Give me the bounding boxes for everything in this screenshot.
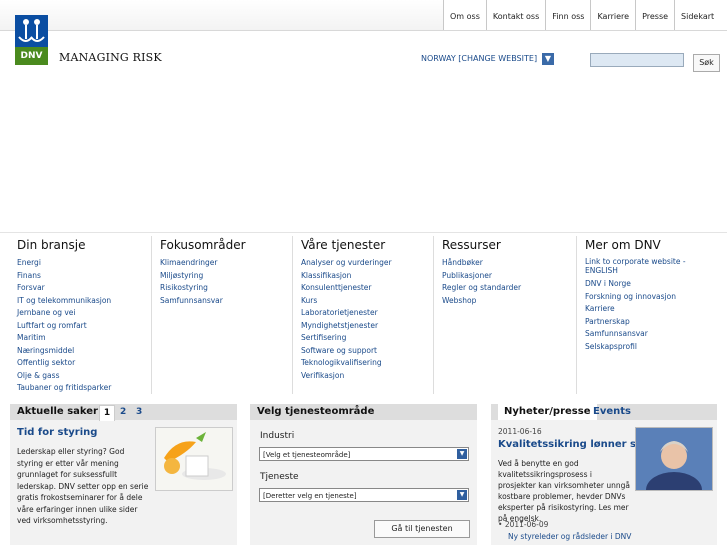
menu-heading: Din bransje — [17, 238, 86, 252]
menu-column-tjenester: Våre tjenester Analyser og vurderinger K… — [292, 236, 433, 394]
top-navigation: Om oss Kontakt oss Finn oss Karriere Pre… — [443, 0, 720, 30]
chevron-down-icon[interactable]: ▼ — [542, 53, 554, 65]
menu-link[interactable]: Sertifisering — [301, 332, 433, 345]
change-website-link[interactable]: NORWAY [CHANGE WEBSITE] — [421, 54, 537, 63]
industri-select-value: [Velg et tjenesteområde] — [263, 451, 351, 459]
menu-link[interactable]: Samfunnsansvar — [585, 328, 716, 341]
article-headline[interactable]: Tid for styring — [17, 427, 97, 438]
page-tab-3[interactable]: 3 — [136, 407, 142, 417]
news-body: Ved å benytte en god kvalitetssikringspr… — [498, 459, 630, 523]
menu-heading: Ressurser — [442, 238, 501, 252]
topnav-finn-oss[interactable]: Finn oss — [545, 0, 590, 30]
menu-link[interactable]: Myndighetstjenester — [301, 320, 433, 333]
panel-title: Velg tjenesteområde — [257, 406, 375, 417]
menu-column-ressurser: Ressurser Håndbøker Publikasjoner Regler… — [433, 236, 576, 394]
menu-link[interactable]: Maritim — [17, 332, 151, 345]
menu-link[interactable]: Jernbane og vei — [17, 307, 151, 320]
bullet-icon: • — [498, 520, 505, 529]
aktuelle-saker-panel: Aktuelle saker 1 2 3 Tid for styring Led… — [10, 404, 237, 545]
menu-link[interactable]: Næringsmiddel — [17, 345, 151, 358]
menu-link[interactable]: Finans — [17, 270, 151, 283]
menu-link[interactable]: Miljøstyring — [160, 270, 292, 283]
menu-link[interactable]: Taubaner og fritidsparker — [17, 382, 151, 395]
menu-link[interactable]: Klimaendringer — [160, 257, 292, 270]
menu-link[interactable]: Samfunnsansvar — [160, 295, 292, 308]
menu-link[interactable]: DNV i Norge — [585, 278, 716, 291]
panel-title: Aktuelle saker — [17, 406, 98, 417]
page-tab-1[interactable]: 1 — [99, 405, 115, 421]
news-date-2: • 2011-06-09 — [498, 520, 548, 529]
menu-link[interactable]: Partnerskap — [585, 316, 716, 329]
menu-list: Energi Finans Forsvar IT og telekommunik… — [17, 257, 151, 395]
menu-link[interactable]: Karriere — [585, 303, 716, 316]
orange-juice-icon — [156, 428, 232, 490]
go-to-service-button[interactable]: Gå til tjenesten — [374, 520, 470, 538]
menu-link[interactable]: Software og support — [301, 345, 433, 358]
industri-select[interactable]: [Velg et tjenesteområde] ▼ — [259, 447, 469, 461]
topnav-sidekart[interactable]: Sidekart — [674, 0, 720, 30]
menu-divider — [0, 232, 727, 233]
search-button[interactable]: Søk — [693, 54, 720, 72]
top-bar-background — [0, 0, 443, 30]
logo-tagline: MANAGING RISK — [59, 51, 162, 64]
page-tab-2[interactable]: 2 — [120, 407, 126, 417]
menu-link[interactable]: Energi — [17, 257, 151, 270]
news-headline[interactable]: Kvalitetssikring lønner seg — [498, 439, 650, 450]
news-date: 2011-06-16 — [498, 427, 542, 436]
industri-label: Industri — [260, 431, 295, 441]
nyheter-panel: Nyheter/presse Events 2011-06-16 Kvalite… — [491, 404, 717, 545]
menu-link[interactable]: Analyser og vurderinger — [301, 257, 433, 270]
menu-link[interactable]: Klassifikasjon — [301, 270, 433, 283]
menu-link[interactable]: Teknologikvalifisering — [301, 357, 433, 370]
menu-link[interactable]: Regler og standarder — [442, 282, 576, 295]
menu-heading: Våre tjenester — [301, 238, 386, 252]
menu-heading: Fokusområder — [160, 238, 246, 252]
menu-link[interactable]: Luftfart og romfart — [17, 320, 151, 333]
menu-heading: Mer om DNV — [585, 238, 661, 252]
menu-column-mer-om-dnv: Mer om DNV Link to corporate website - E… — [576, 236, 716, 394]
menu-link[interactable]: Verifikasjon — [301, 370, 433, 383]
article-image[interactable] — [155, 427, 233, 491]
portrait-icon — [636, 428, 712, 508]
tab-nyheter[interactable]: Nyheter/presse — [498, 404, 597, 420]
menu-link[interactable]: Håndbøker — [442, 257, 576, 270]
menu-link[interactable]: Laboratorietjenester — [301, 307, 433, 320]
article-body: Lederskap eller styring? God styring er … — [17, 447, 149, 525]
menu-link[interactable]: Forsvar — [17, 282, 151, 295]
chevron-down-icon: ▼ — [457, 490, 467, 500]
menu-link[interactable]: Publikasjoner — [442, 270, 576, 283]
search-input[interactable] — [590, 53, 684, 67]
tjenesteomrade-panel: Velg tjenesteområde Industri [Velg et tj… — [250, 404, 477, 545]
menu-link[interactable]: Selskapsprofil — [585, 341, 716, 354]
menu-link[interactable]: Offentlig sektor — [17, 357, 151, 370]
menu-column-bransje: Din bransje Energi Finans Forsvar IT og … — [9, 236, 151, 394]
logo-wordmark: DNV — [15, 47, 48, 65]
menu-link[interactable]: Link to corporate website - ENGLISH — [585, 257, 695, 275]
topnav-presse[interactable]: Presse — [635, 0, 674, 30]
top-divider — [0, 30, 727, 31]
news-headline-2[interactable]: Ny styreleder og rådsleder i DNV — [508, 532, 631, 541]
menu-link[interactable]: Forskning og innovasjon — [585, 291, 716, 304]
topnav-om-oss[interactable]: Om oss — [443, 0, 486, 30]
tjeneste-select-value: [Deretter velg en tjeneste] — [263, 492, 357, 500]
menu-link[interactable]: IT og telekommunikasjon — [17, 295, 151, 308]
tjeneste-select[interactable]: [Deretter velg en tjeneste] ▼ — [259, 488, 469, 502]
topnav-karriere[interactable]: Karriere — [590, 0, 635, 30]
menu-link[interactable]: Kurs — [301, 295, 433, 308]
dnv-logo[interactable]: DNV — [15, 15, 48, 65]
menu-column-fokus: Fokusområder Klimaendringer Miljøstyring… — [151, 236, 292, 394]
news-image[interactable] — [635, 427, 713, 508]
menu-link[interactable]: Konsulenttjenester — [301, 282, 433, 295]
menu-link[interactable]: Olje & gass — [17, 370, 151, 383]
menu-link[interactable]: Risikostyring — [160, 282, 292, 295]
tab-events[interactable]: Events — [593, 406, 631, 417]
menu-link[interactable]: Webshop — [442, 295, 576, 308]
tjeneste-label: Tjeneste — [260, 472, 299, 482]
anchor-figures-icon — [18, 19, 45, 42]
topnav-kontakt-oss[interactable]: Kontakt oss — [485, 0, 545, 30]
news-date-2-text: 2011-06-09 — [504, 520, 549, 529]
chevron-down-icon: ▼ — [457, 449, 467, 459]
